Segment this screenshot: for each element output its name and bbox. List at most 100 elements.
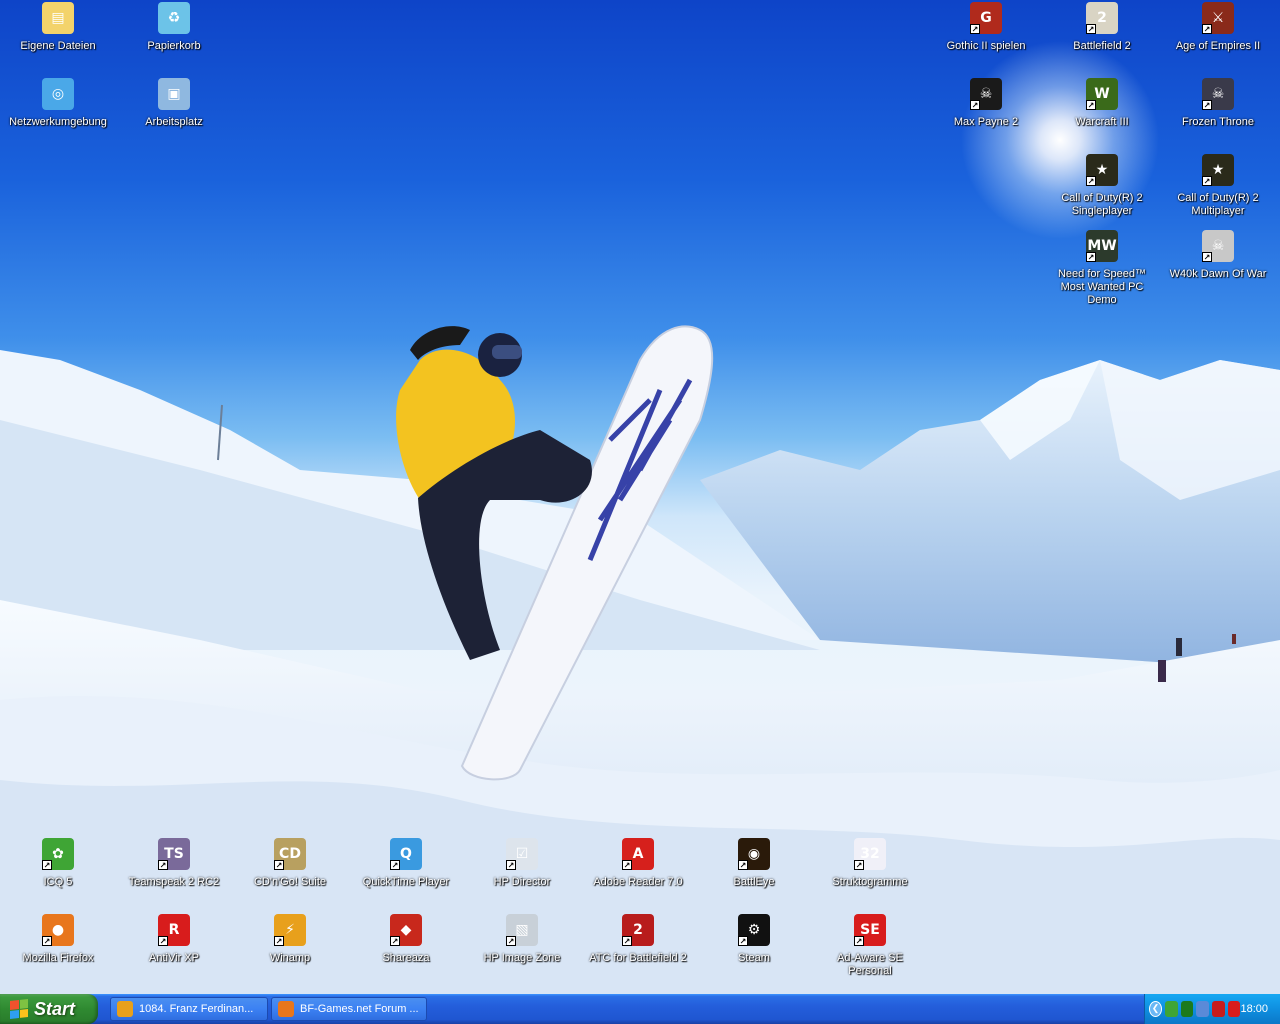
- icon-glyph: ♻: [167, 10, 181, 26]
- taskbar-button-winamp[interactable]: 1084. Franz Ferdinan...: [110, 997, 268, 1021]
- desktop-icon-papierkorb[interactable]: ♻ Papierkorb: [116, 2, 232, 72]
- desktop-icon-w40k[interactable]: ☠ ↗ W40k Dawn Of War: [1160, 230, 1276, 300]
- icon-glyph: ☠: [1211, 86, 1225, 102]
- system-tray: ❮ 18:00: [1144, 994, 1280, 1024]
- max-payne-icon: ☠ ↗: [970, 78, 1002, 110]
- desktop-icon-arbeitsplatz[interactable]: ▣ Arbeitsplatz: [116, 78, 232, 148]
- ad-aware-icon: SE ↗: [854, 914, 886, 946]
- desktop-icon-battlefield-2[interactable]: 2 ↗ Battlefield 2: [1044, 2, 1160, 72]
- desktop-icon-icq[interactable]: ✿ ↗ ICQ 5: [0, 838, 116, 908]
- desktop-icon-steam[interactable]: ⚙ ↗ Steam: [696, 914, 812, 984]
- shortcut-arrow-icon: ↗: [1202, 176, 1212, 186]
- desktop-icon-winamp[interactable]: ⚡ ↗ Winamp: [232, 914, 348, 984]
- desktop-icon-battleye[interactable]: ◉ ↗ BattlEye: [696, 838, 812, 908]
- recycle-bin-icon: ♻: [158, 2, 190, 34]
- desktop-icon-label: Call of Duty(R) 2 Multiplayer: [1177, 192, 1259, 217]
- desktop-icon-label: Max Payne 2: [953, 116, 1019, 128]
- shortcut-arrow-icon: ↗: [622, 936, 632, 946]
- firefox-icon: [278, 1001, 294, 1017]
- desktop-icon-label: Shareaza: [382, 952, 430, 964]
- show-hidden-icons-button[interactable]: ❮: [1149, 1001, 1163, 1017]
- desktop-icon-label: Gothic II spielen: [946, 40, 1026, 52]
- network-tray-icon[interactable]: [1196, 1001, 1210, 1017]
- ati-tray-icon[interactable]: [1212, 1001, 1225, 1017]
- steam-icon: ⚙ ↗: [738, 914, 770, 946]
- desktop-icon-nfs-mw[interactable]: MW ↗ Need for Speed™ Most Wanted PC Demo: [1044, 230, 1160, 306]
- desktop-icon-frozen-throne[interactable]: ☠ ↗ Frozen Throne: [1160, 78, 1276, 148]
- shortcut-arrow-icon: ↗: [274, 860, 284, 870]
- adobe-reader-icon: A ↗: [622, 838, 654, 870]
- icq-tray-icon[interactable]: [1165, 1001, 1178, 1017]
- folder-documents-icon: ▤: [42, 2, 74, 34]
- desktop-icon-firefox[interactable]: ● ↗ Mozilla Firefox: [0, 914, 116, 984]
- winamp-icon: [117, 1001, 133, 1017]
- shortcut-arrow-icon: ↗: [970, 24, 980, 34]
- icon-glyph: ☑: [515, 846, 529, 862]
- taskbar-button-firefox[interactable]: BF-Games.net Forum ...: [271, 997, 427, 1021]
- shortcut-arrow-icon: ↗: [42, 936, 52, 946]
- desktop-icon-teamspeak[interactable]: TS ↗ Teamspeak 2 RC2: [116, 838, 232, 908]
- antivir-tray-icon[interactable]: [1227, 1001, 1241, 1017]
- icon-glyph: Q: [400, 846, 412, 862]
- desktop-icon-hp-director[interactable]: ☑ ↗ HP Director: [464, 838, 580, 908]
- icon-glyph: ◉: [747, 846, 761, 862]
- shortcut-arrow-icon: ↗: [854, 936, 864, 946]
- teamspeak-icon: TS ↗: [158, 838, 190, 870]
- battleye-icon: ◉ ↗: [738, 838, 770, 870]
- icon-glyph: ☠: [979, 86, 993, 102]
- icon-glyph: ★: [1211, 162, 1225, 178]
- desktop-icon-label: Struktogramme: [832, 876, 908, 888]
- desktop-icon-struktogramme[interactable]: 32 ↗ Struktogramme: [812, 838, 928, 908]
- hp-image-zone-icon: ▧ ↗: [506, 914, 538, 946]
- desktop-icon-atc-bf2[interactable]: 2 ↗ ATC for Battlefield 2: [580, 914, 696, 984]
- desktop-icon-antivir[interactable]: R ↗ AntiVir XP: [116, 914, 232, 984]
- desktop-icon-label: Papierkorb: [147, 40, 201, 52]
- hp-director-icon: ☑ ↗: [506, 838, 538, 870]
- desktop-icon-cod2-multi[interactable]: ★ ↗ Call of Duty(R) 2 Multiplayer: [1160, 154, 1276, 224]
- desktop-icon-netzwerkumgebung[interactable]: ◎ Netzwerkumgebung: [0, 78, 116, 148]
- desktop-icon-max-payne[interactable]: ☠ ↗ Max Payne 2: [928, 78, 1044, 148]
- desktop-icon-label: Battlefield 2: [1073, 40, 1131, 52]
- desktop-icon-label: Eigene Dateien: [20, 40, 96, 52]
- eye-tray-icon[interactable]: [1180, 1001, 1194, 1017]
- shortcut-arrow-icon: ↗: [1086, 24, 1096, 34]
- icon-glyph: ✿: [52, 846, 64, 862]
- desktop-icon-cdngo[interactable]: CD ↗ CD'n'Go! Suite: [232, 838, 348, 908]
- desktop-icon-quicktime[interactable]: Q ↗ QuickTime Player: [348, 838, 464, 908]
- icon-glyph: W: [1094, 86, 1110, 102]
- nfs-most-wanted-icon: MW ↗: [1086, 230, 1118, 262]
- desktop-icon-shareaza[interactable]: ◆ ↗ Shareaza: [348, 914, 464, 984]
- gothic-ii-icon: G ↗: [970, 2, 1002, 34]
- age-of-empires-icon: ⚔ ↗: [1202, 2, 1234, 34]
- icon-glyph: ●: [51, 922, 65, 938]
- desktop-icon-warcraft-iii[interactable]: W ↗ Warcraft III: [1044, 78, 1160, 148]
- start-button[interactable]: Start: [0, 994, 98, 1024]
- struktogramme-icon: 32 ↗: [854, 838, 886, 870]
- shortcut-arrow-icon: ↗: [274, 936, 284, 946]
- desktop-icon-label: Frozen Throne: [1182, 116, 1254, 128]
- my-computer-icon: ▣: [158, 78, 190, 110]
- desktop-icon-cod2-single[interactable]: ★ ↗ Call of Duty(R) 2 Singleplayer: [1044, 154, 1160, 224]
- shortcut-arrow-icon: ↗: [506, 936, 516, 946]
- desktop-icon-label: QuickTime Player: [362, 876, 450, 888]
- desktop-icon-label: CD'n'Go! Suite: [253, 876, 327, 888]
- desktop-icon-ad-aware[interactable]: SE ↗ Ad-Aware SE Personal: [812, 914, 928, 984]
- call-of-duty-icon: ★ ↗: [1086, 154, 1118, 186]
- desktop-icon-age-of-empires[interactable]: ⚔ ↗ Age of Empires II: [1160, 2, 1276, 72]
- desktop-icon-eigene-dateien[interactable]: ▤ Eigene Dateien: [0, 2, 116, 72]
- desktop-icon-label: Age of Empires II: [1175, 40, 1261, 52]
- desktop-icon-label: Netzwerkumgebung: [9, 116, 107, 128]
- desktop-icon-gothic-ii[interactable]: G ↗ Gothic II spielen: [928, 2, 1044, 72]
- start-label: Start: [34, 998, 76, 1019]
- shortcut-arrow-icon: ↗: [970, 100, 980, 110]
- shortcut-arrow-icon: ↗: [1202, 252, 1212, 262]
- icon-glyph: R: [168, 922, 180, 938]
- desktop-icon-label: Warcraft III: [1075, 116, 1129, 128]
- desktop-icon-hp-image-zone[interactable]: ▧ ↗ HP Image Zone: [464, 914, 580, 984]
- clock[interactable]: 18:00: [1240, 1003, 1268, 1015]
- desktop-icon-label: Steam: [738, 952, 770, 964]
- desktop-icon-label: Need for Speed™ Most Wanted PC Demo: [1057, 268, 1147, 306]
- desktop-icon-adobe-reader[interactable]: A ↗ Adobe Reader 7.0: [580, 838, 696, 908]
- desktop-icon-label: Mozilla Firefox: [22, 952, 94, 964]
- shortcut-arrow-icon: ↗: [1202, 24, 1212, 34]
